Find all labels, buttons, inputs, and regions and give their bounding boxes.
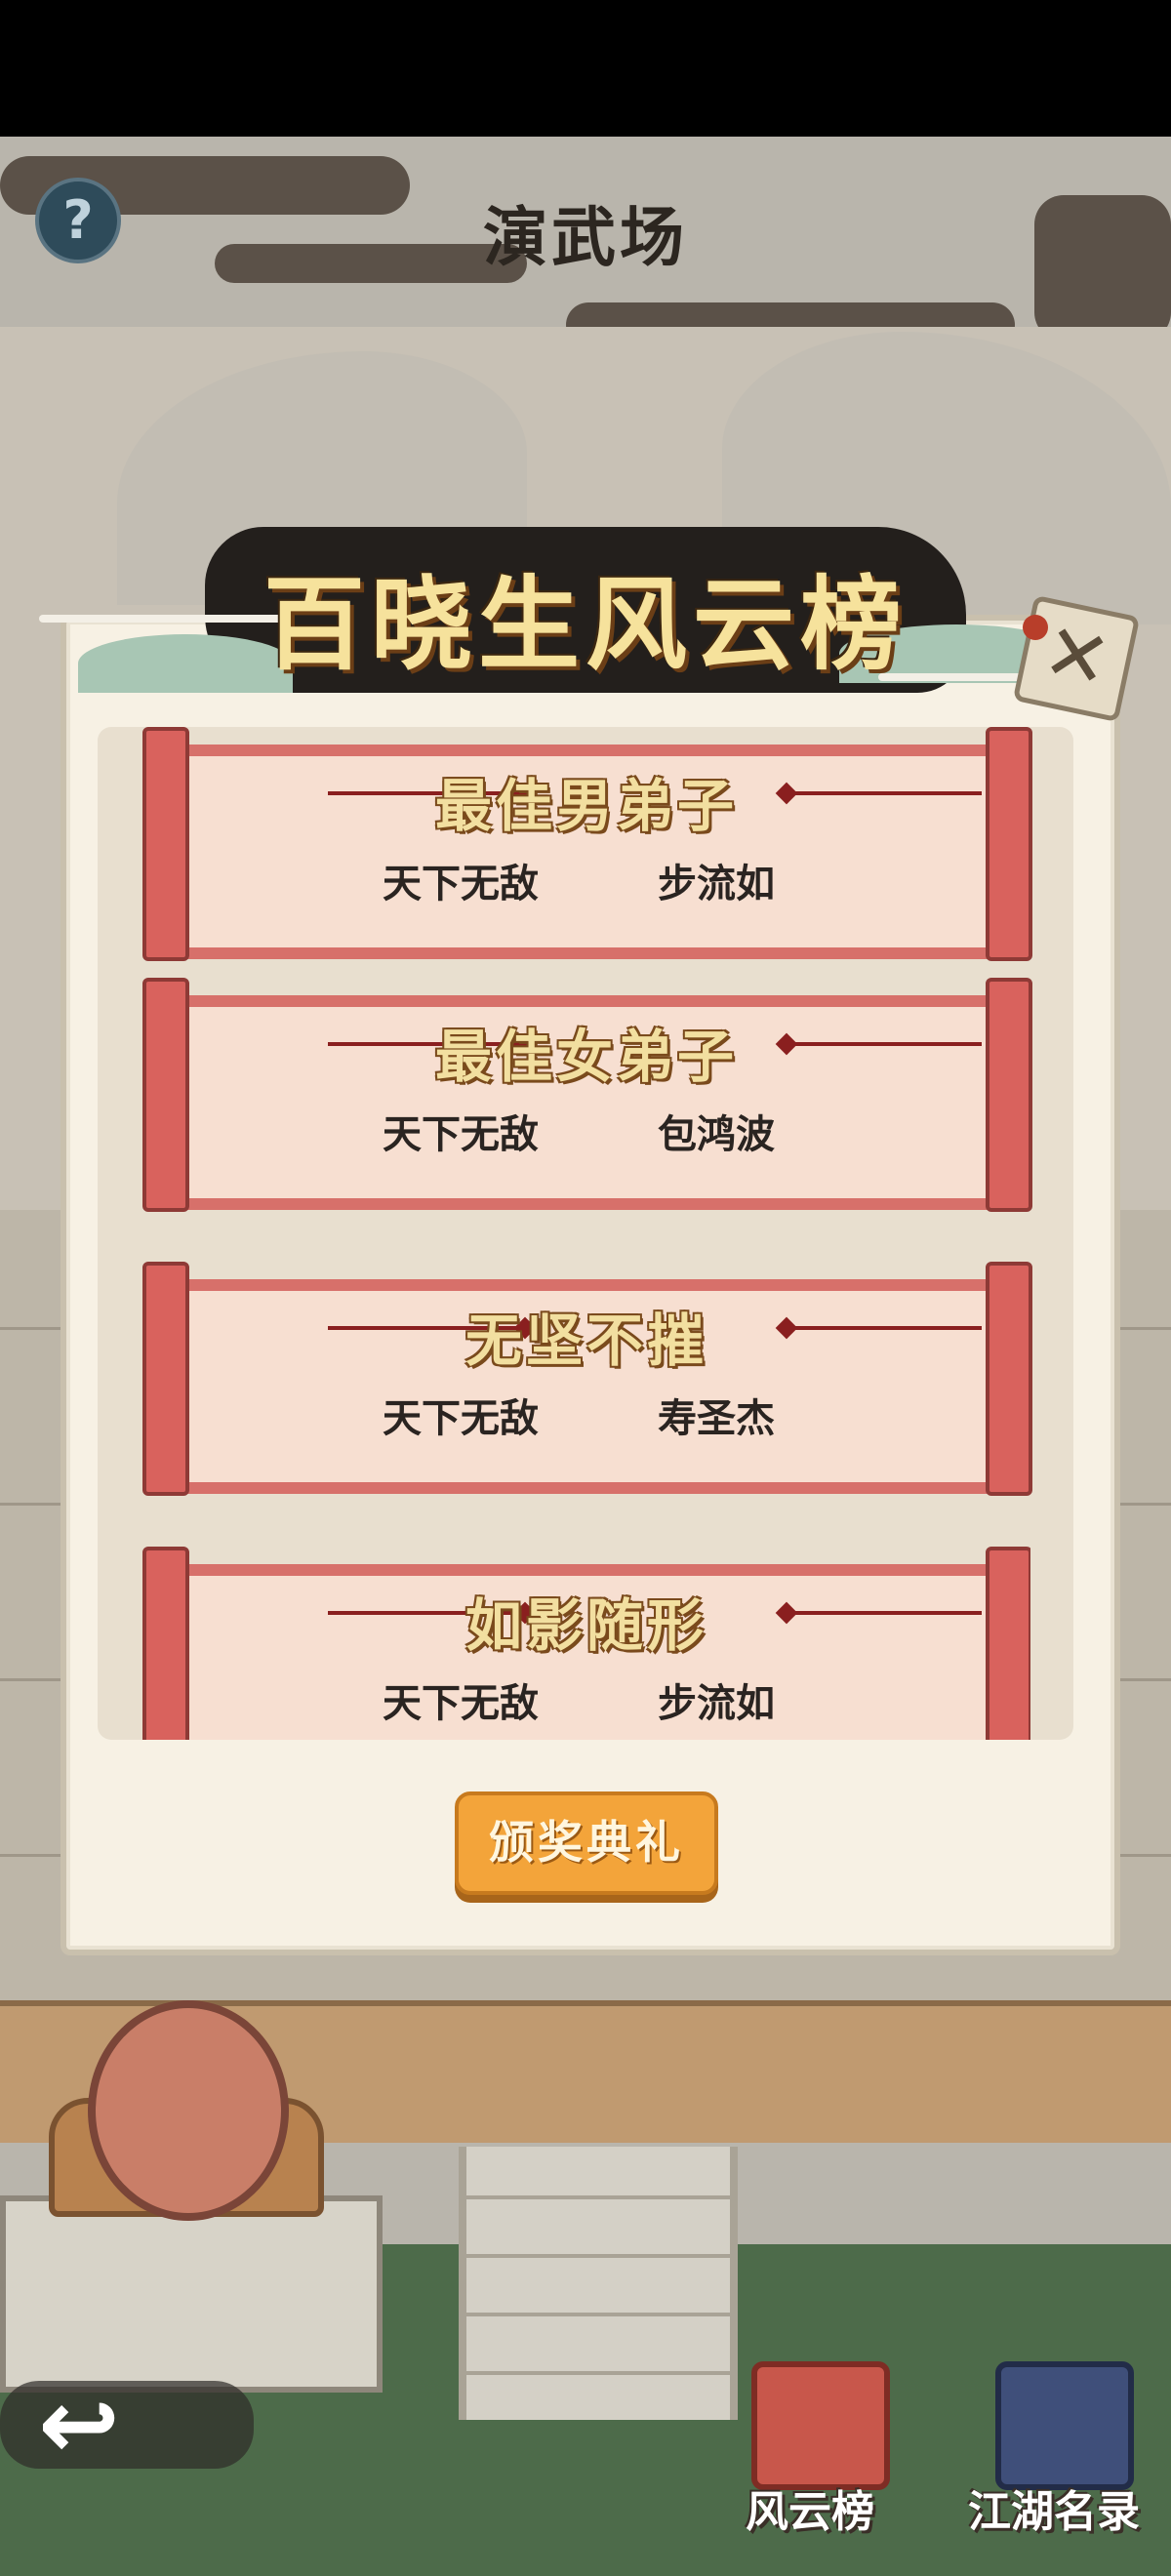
award-title: 最佳女弟子 bbox=[434, 1024, 738, 1090]
dialog-title: 百晓生风云榜 bbox=[262, 564, 908, 684]
rank-label: 天下无敌 bbox=[383, 862, 539, 906]
nav-label: 江湖名录 bbox=[968, 2487, 1140, 2537]
leaderboard-entry[interactable]: 无坚不摧 天下无敌 寿圣杰 bbox=[142, 1262, 1032, 1506]
stair-step bbox=[466, 2195, 730, 2199]
rank-label: 天下无敌 bbox=[383, 1681, 539, 1726]
leaderboard-entry[interactable]: 如影随形 天下无敌 步流如 bbox=[142, 1547, 1030, 1740]
stair-step bbox=[466, 2313, 730, 2316]
book-icon bbox=[995, 2361, 1134, 2490]
rank-label: 天下无敌 bbox=[383, 1396, 539, 1441]
disciple-name: 步流如 bbox=[658, 862, 775, 906]
nav-jianghu-directory[interactable]: 江湖名录 bbox=[947, 2361, 1161, 2556]
status-bar bbox=[0, 0, 1171, 137]
disciple-name: 包鸿波 bbox=[658, 1112, 775, 1157]
page-title: 演武场 bbox=[483, 200, 688, 275]
stair-step bbox=[466, 2371, 730, 2375]
award-ceremony-button[interactable]: 颁奖典礼 bbox=[455, 1791, 718, 1895]
award-title: 如影随形 bbox=[464, 1592, 707, 1659]
leaderboard-entry[interactable]: 最佳男弟子 天下无敌 步流如 bbox=[142, 727, 1032, 971]
award-title: 无坚不摧 bbox=[464, 1308, 707, 1374]
rank-label: 天下无敌 bbox=[383, 1112, 539, 1157]
back-arrow-icon: ↩ bbox=[38, 2367, 120, 2481]
nav-leaderboard[interactable]: 风云榜 bbox=[703, 2361, 917, 2556]
award-title: 最佳男弟子 bbox=[434, 773, 738, 839]
back-button[interactable]: ↩ bbox=[16, 2371, 142, 2478]
close-button-ornament bbox=[1023, 615, 1048, 640]
drum-pedestal bbox=[0, 2195, 383, 2393]
scroll-icon bbox=[751, 2361, 890, 2490]
stair-step bbox=[466, 2254, 730, 2258]
dialog-title-banner: 百晓生风云榜 bbox=[39, 488, 1093, 712]
stone-stairs bbox=[459, 2147, 738, 2420]
nav-label: 风云榜 bbox=[746, 2487, 874, 2537]
disciple-name: 步流如 bbox=[658, 1681, 775, 1726]
close-icon: ✕ bbox=[1035, 605, 1118, 708]
leaderboard-entry[interactable]: 最佳女弟子 天下无敌 包鸿波 bbox=[142, 978, 1032, 1222]
disciple-name: 寿圣杰 bbox=[658, 1396, 775, 1441]
drum bbox=[88, 2000, 289, 2221]
